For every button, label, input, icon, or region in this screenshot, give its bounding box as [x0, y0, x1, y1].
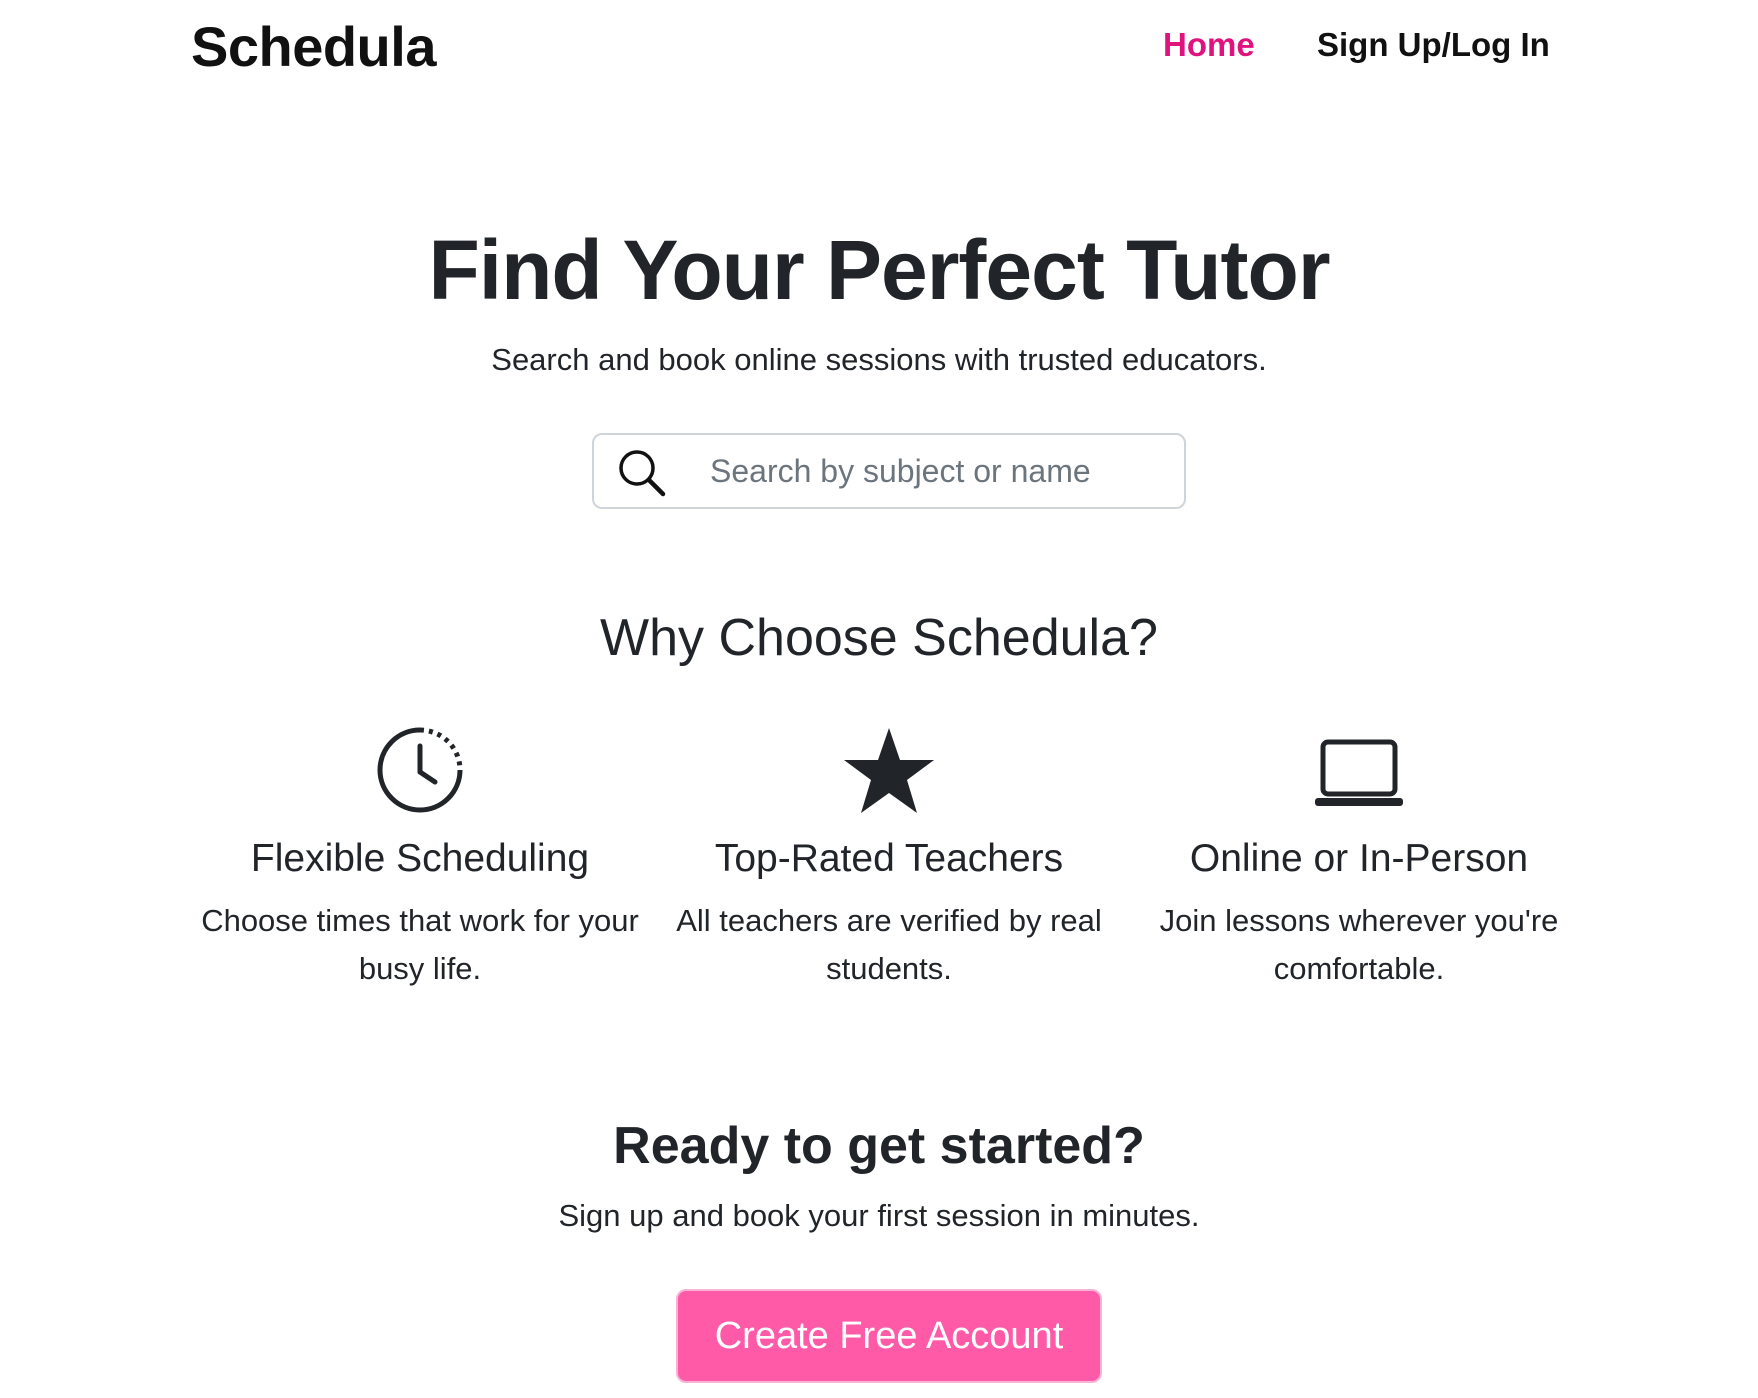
feature-text: Join lessons wherever you're comfortable… — [1159, 902, 1559, 986]
feature-text: Choose times that work for your busy lif… — [201, 902, 639, 986]
feature-online-or-in-person: Online or In-Person Join lessons whereve… — [1124, 724, 1594, 993]
navbar: Schedula Home Sign Up/Log In — [0, 0, 1758, 96]
feature-flexible-scheduling: Flexible Scheduling Choose times that wo… — [185, 724, 655, 993]
hero-subtitle: Search and book online sessions with tru… — [491, 342, 1267, 377]
feature-title: Flexible Scheduling — [250, 837, 590, 880]
brand-logo[interactable]: Schedula — [191, 14, 436, 79]
clock-icon — [377, 727, 463, 813]
why-title: Why Choose Schedula? — [600, 609, 1158, 667]
feature-text: All teachers are verified by real studen… — [676, 902, 1102, 986]
star-icon — [844, 728, 934, 813]
nav-home-link[interactable]: Home — [1163, 26, 1255, 64]
hero-title: Find Your Perfect Tutor — [428, 223, 1330, 317]
nav-signup-login-link[interactable]: Sign Up/Log In — [1317, 26, 1550, 64]
cta-title: Ready to get started? — [613, 1117, 1145, 1175]
feature-top-rated-teachers: Top-Rated Teachers All teachers are veri… — [654, 724, 1124, 993]
laptop-icon — [1315, 739, 1403, 806]
search-icon[interactable] — [616, 447, 668, 499]
create-free-account-button[interactable]: Create Free Account — [676, 1289, 1102, 1383]
feature-title: Top-Rated Teachers — [714, 837, 1064, 880]
feature-title: Online or In-Person — [1189, 837, 1529, 880]
search-box[interactable] — [592, 433, 1186, 509]
cta-subtitle: Sign up and book your first session in m… — [558, 1198, 1200, 1233]
search-input[interactable] — [710, 435, 1170, 507]
